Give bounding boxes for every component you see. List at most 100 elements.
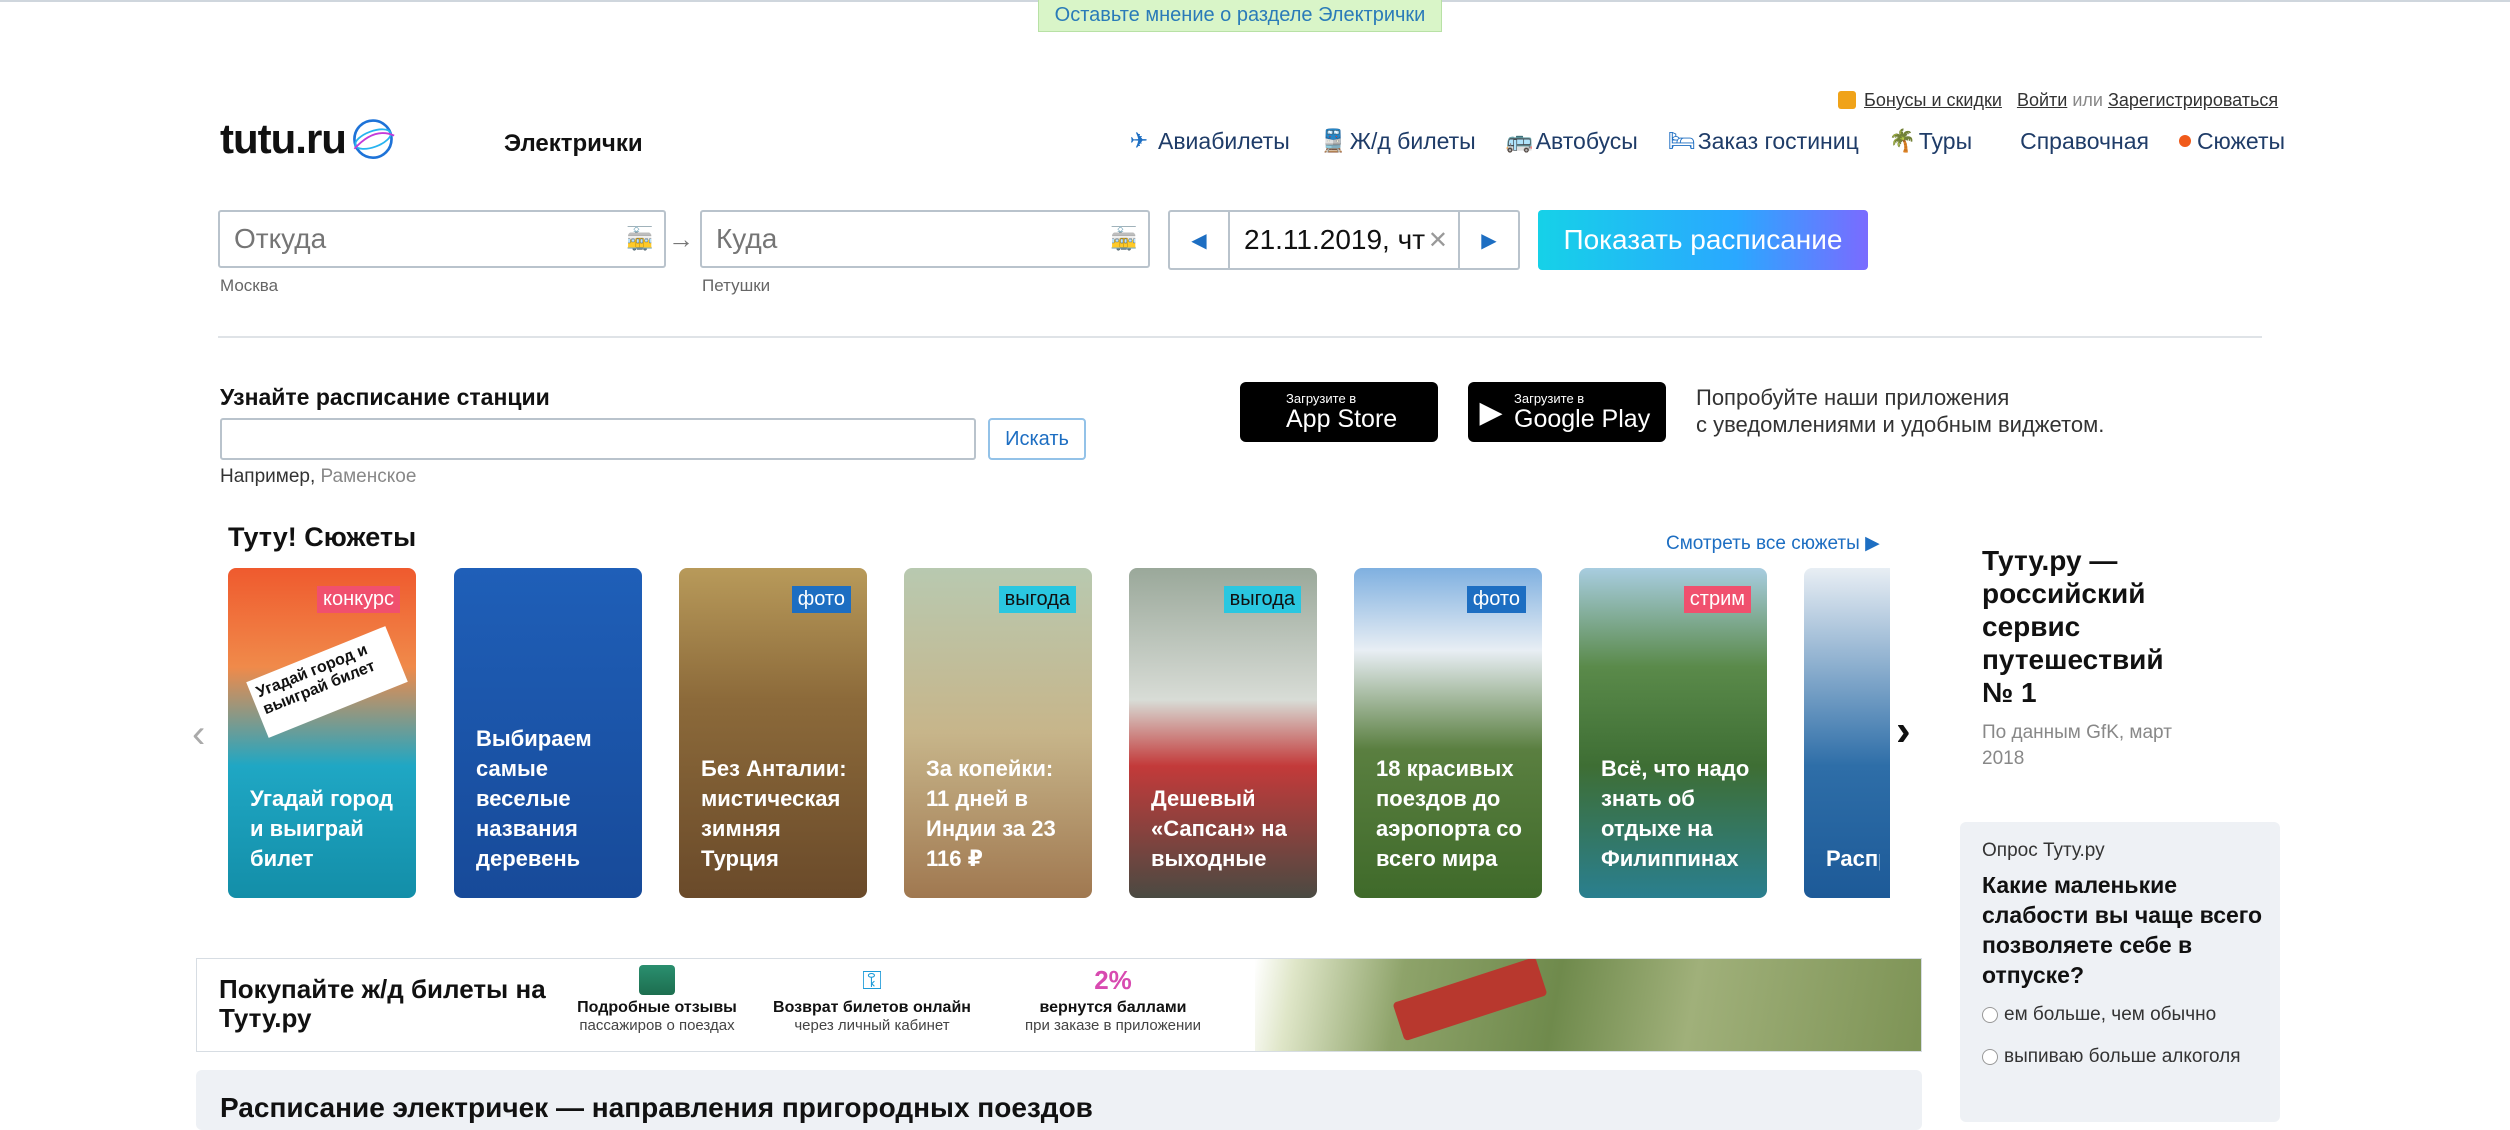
story-tag: конкурс (316, 586, 400, 613)
story-tag: фото (1466, 586, 1526, 613)
nav-reference-label: Справочная (2020, 127, 2149, 154)
station-search-button[interactable]: Искать (988, 418, 1086, 460)
ticket-image: Угадай город и выиграй билет (246, 626, 408, 738)
all-stories-label: Смотреть все сюжеты (1666, 533, 1860, 554)
all-stories-link[interactable]: Смотреть все сюжеты ▶ (1666, 532, 1880, 555)
key-icon: ⚿ (862, 965, 882, 995)
banner-feature: ⚿ Возврат билетов онлайн через личный ка… (767, 965, 977, 1034)
example-link[interactable]: Раменское (321, 466, 417, 487)
carousel-next-icon[interactable]: › (1896, 706, 1911, 756)
radio-icon[interactable] (1982, 1007, 1998, 1023)
story-card[interactable]: фото 18 красивых поездов до аэропорта со… (1354, 568, 1542, 898)
poll-box: Опрос Туту.ру Какие маленькие слабости в… (1960, 822, 2280, 1122)
show-schedule-button[interactable]: Показать расписание (1538, 210, 1868, 270)
nav-rail[interactable]: 🚆 Ж/д билеты (1320, 128, 1476, 155)
percent-badge: 2% (1094, 965, 1132, 995)
carousel-prev-icon[interactable]: ‹ (192, 712, 205, 757)
feature-sub: пассажиров о поездах (579, 1017, 735, 1034)
bonus-link[interactable]: Бонусы и скидки (1864, 90, 2002, 110)
apps-text-line2: с уведомлениями и удобным виджетом. (1696, 412, 2105, 437)
feature-title: вернутся баллами (1039, 999, 1187, 1016)
appstore-badge[interactable]: Загрузите в App Store (1240, 382, 1438, 442)
story-card[interactable]: Распр билет Росси ближ заруб (1804, 568, 1890, 898)
gplay-big: Google Play (1514, 405, 1651, 433)
nav-stories-label: Сюжеты (2196, 127, 2286, 154)
story-text: За копейки: 11 дней в Индии за 23 116 ₽ (926, 756, 1056, 871)
triangle-right-icon: ▶ (1865, 533, 1880, 554)
poll-option-label: ем больше, чем обычно (2004, 1004, 2217, 1025)
feature-sub: через личный кабинет (794, 1017, 950, 1034)
poll-option[interactable]: выпиваю больше алкоголя (1982, 1044, 2242, 1070)
train-icon: 🚆 (1319, 128, 1348, 153)
story-card[interactable]: стрим Всё, что надо знать об отдыхе на Ф… (1579, 568, 1767, 898)
story-text: Всё, что надо знать об отдыхе на Филиппи… (1601, 756, 1750, 871)
story-card[interactable]: конкурс Угадай город и выиграй билет Уга… (228, 568, 416, 898)
station-title: Узнайте расписание станции (220, 384, 550, 410)
googleplay-badge[interactable]: ▶ Загрузите в Google Play (1468, 382, 1666, 442)
feature-sub: при заказе в приложении (1024, 1017, 1201, 1034)
to-input[interactable] (702, 212, 1088, 266)
from-input[interactable] (220, 212, 606, 266)
train-image (1392, 959, 1548, 1042)
appstore-big: App Store (1286, 405, 1398, 433)
apps-text-line1: Попробуйте наши приложения (1696, 385, 2010, 410)
login-link[interactable]: Войти (2017, 90, 2067, 110)
claim-title: Туту.ру — российский сервис путешествий … (1982, 545, 2164, 708)
nav-avia[interactable]: ✈ Авиабилеты (1128, 128, 1290, 155)
logo-text[interactable]: tutu.ru (220, 115, 347, 163)
nav-tours-label: Туры (1918, 127, 1973, 154)
feature-title: Подробные отзывы (577, 999, 737, 1016)
story-tag: выгода (1223, 586, 1301, 613)
nav-avia-label: Авиабилеты (1158, 127, 1290, 154)
feature-title: Возврат билетов онлайн (773, 999, 971, 1016)
story-card[interactable]: выгода За копейки: 11 дней в Индии за 23… (904, 568, 1092, 898)
story-text: Без Анталии: мистическая зимняя Турция (701, 756, 847, 871)
train-landscape-image (1255, 959, 1921, 1051)
bed-icon: 🛏 (1667, 128, 1696, 153)
to-field[interactable]: 🚋 (700, 210, 1150, 268)
appstore-small: Загрузите в (1286, 391, 1357, 406)
story-card[interactable]: выгода Дешевый «Сапсан» на выходные (1129, 568, 1317, 898)
stories-title: Туту! Сюжеты (228, 522, 417, 552)
gift-icon (1838, 91, 1856, 109)
nav-reference[interactable]: Справочная (2020, 128, 2149, 155)
nav-bus[interactable]: 🚌 Автобусы (1506, 128, 1638, 155)
plane-icon: ✈ (1129, 128, 1149, 153)
next-date-button[interactable]: ▶ (1458, 212, 1518, 268)
palm-icon: 🌴 (1888, 128, 1917, 153)
arrow-right-icon: → (668, 224, 694, 254)
rail-banner[interactable]: Покупайте ж/д билеты на Туту.ру Подробны… (196, 958, 1922, 1052)
story-card[interactable]: фото Без Анталии: мистическая зимняя Тур… (679, 568, 867, 898)
gplay-small: Загрузите в (1514, 391, 1585, 406)
station-example: Например, Раменское (220, 466, 416, 488)
nav-stories[interactable]: Сюжеты (2178, 127, 2286, 155)
nav-hotel[interactable]: 🛏 Заказ гостиниц (1668, 128, 1859, 155)
story-card[interactable]: Выбираем самые веселые названия деревень (454, 568, 642, 898)
radio-icon[interactable] (1982, 1049, 1998, 1065)
from-field[interactable]: 🚋 (218, 210, 666, 268)
train-small-icon: 🚋 (626, 226, 654, 251)
banner-title: Покупайте ж/д билеты на Туту.ру (219, 974, 546, 1033)
story-text: Дешевый «Сапсан» на выходные (1151, 786, 1287, 871)
story-text: Выбираем самые веселые названия деревень (476, 726, 592, 871)
nav-rail-label: Ж/д билеты (1349, 127, 1476, 154)
nav-bus-label: Автобусы (1535, 127, 1638, 154)
claim-source: По данным GfK, март 2018 (1982, 722, 2172, 769)
station-input[interactable] (220, 418, 976, 460)
story-tag: фото (791, 586, 851, 613)
date-field[interactable]: 21.11.2019, чт ✕ (1230, 224, 1458, 256)
to-hint[interactable]: Петушки (702, 276, 770, 296)
play-icon: ▶ (1479, 395, 1503, 429)
register-link[interactable]: Зарегистрироваться (2108, 90, 2278, 110)
prev-date-button[interactable]: ◀ (1170, 212, 1230, 268)
banner-feature: 2% вернутся баллами при заказе в приложе… (1003, 965, 1223, 1034)
tutu-logo-globe[interactable] (350, 92, 456, 188)
poll-question: Какие маленькие слабости вы чаще всего п… (1982, 872, 2263, 988)
clear-icon[interactable]: ✕ (1428, 226, 1448, 255)
poll-option[interactable]: ем больше, чем обычно (1982, 1002, 2216, 1028)
nav-tours[interactable]: 🌴 Туры (1889, 128, 1972, 155)
account-links: Бонусы и скидки Войти или Зарегистрирова… (1838, 90, 2278, 111)
story-tag: стрим (1683, 586, 1751, 613)
feedback-link[interactable]: Оставьте мнение о разделе Электрички (1038, 0, 1442, 32)
from-hint[interactable]: Москва (220, 276, 278, 296)
